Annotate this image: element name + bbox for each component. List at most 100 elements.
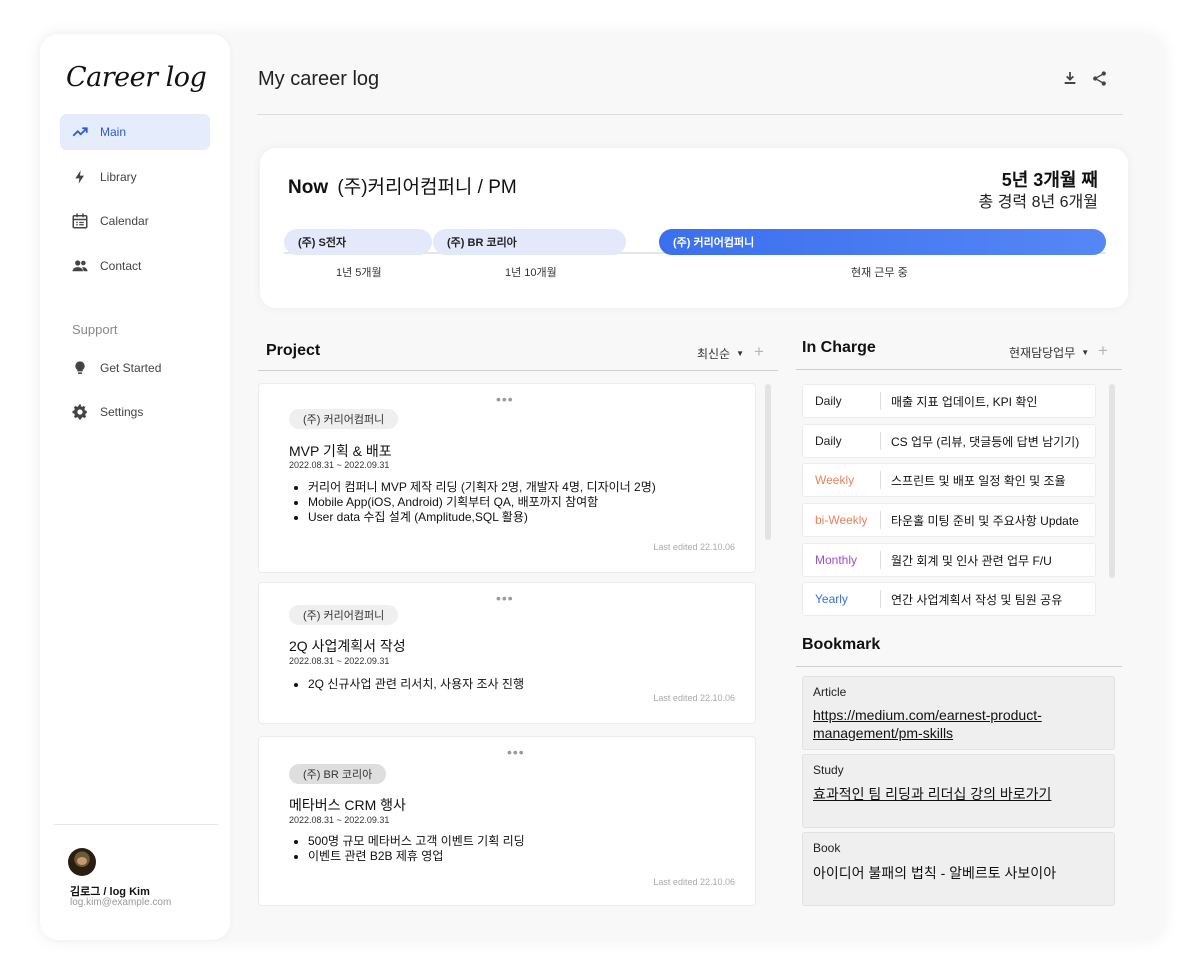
timeline-duration: 1년 5개월	[336, 267, 382, 279]
project-bullet: 커리어 컴퍼니 MVP 제작 리딩 (기획자 2명, 개발자 4명, 디자이너 …	[308, 480, 656, 495]
last-edited: Last edited 22.10.06	[653, 693, 735, 703]
task-row[interactable]: Monthly 월간 회계 및 인사 관련 업무 F/U	[802, 543, 1096, 577]
total-career: 총 경력 8년 6개월	[978, 194, 1098, 211]
bookmark-link[interactable]: https://medium.com/earnest-product-	[813, 706, 1042, 724]
bookmark-divider	[796, 666, 1122, 667]
project-name: 2Q 사업계획서 작성	[289, 638, 406, 654]
project-bullets: 커리어 컴퍼니 MVP 제작 리딩 (기획자 2명, 개발자 4명, 디자이너 …	[308, 480, 656, 525]
project-date: 2022.08.31 ~ 2022.09.31	[289, 460, 390, 470]
project-bullets: 2Q 신규사업 관련 리서치, 사용자 조사 진행	[308, 677, 524, 692]
sidebar-item-label: Main	[100, 125, 127, 139]
project-scrollbar[interactable]	[765, 384, 771, 540]
project-bullet: 2Q 신규사업 관련 리서치, 사용자 조사 진행	[308, 677, 524, 692]
task-row[interactable]: Daily 매출 지표 업데이트, KPI 확인	[802, 384, 1096, 418]
in-charge-scrollbar[interactable]	[1109, 384, 1115, 578]
task-description: CS 업무 (리뷰, 댓글등에 답변 남기기)	[891, 434, 1080, 449]
task-description: 연간 사업계획서 작성 및 팀원 공유	[891, 592, 1063, 607]
project-card[interactable]: ••• (주) BR 코리아 메타버스 CRM 행사 2022.08.31 ~ …	[258, 736, 756, 906]
project-sort-dropdown[interactable]: 최신순 ▼	[697, 345, 744, 362]
task-description: 매출 지표 업데이트, KPI 확인	[891, 394, 1038, 409]
project-divider	[258, 370, 778, 371]
project-name: MVP 기획 & 배포	[289, 443, 392, 459]
task-frequency: Monthly	[803, 551, 881, 569]
sort-label: 최신순	[697, 347, 731, 361]
calendar-icon	[70, 211, 90, 231]
task-description: 스프린트 및 배포 일정 확인 및 조율	[891, 473, 1066, 488]
more-icon[interactable]: •••	[496, 392, 514, 406]
current-company-role: (주)커리어컴퍼니 / PM	[337, 177, 517, 198]
sidebar-item-label: Library	[100, 170, 137, 184]
task-row[interactable]: Yearly 연간 사업계획서 작성 및 팀원 공유	[802, 582, 1096, 616]
bookmark-card[interactable]: Book 아이디어 불패의 법칙 - 알베르토 사보이아	[802, 832, 1115, 906]
app-logo: Career log	[66, 62, 207, 93]
timeline-segment-career-company[interactable]: (주) 커리어컴퍼니	[659, 229, 1106, 255]
sidebar: Career log Main Library Calendar Contact	[40, 34, 230, 940]
add-project-button[interactable]: +	[754, 343, 764, 360]
gear-icon	[70, 402, 90, 422]
trending-up-icon	[70, 122, 90, 142]
more-icon[interactable]: •••	[496, 591, 514, 605]
bookmark-card[interactable]: Study 효과적인 팀 리딩과 리더십 강의 바로가기	[802, 754, 1115, 828]
last-edited: Last edited 22.10.06	[653, 877, 735, 887]
task-row[interactable]: bi-Weekly 타운홀 미팅 준비 및 주요사항 Update	[802, 503, 1096, 537]
sidebar-item-label: Settings	[100, 405, 144, 419]
bookmark-text: 아이디어 불패의 법칙 - 알베르토 사보이아	[813, 865, 1057, 881]
sidebar-item-label: Contact	[100, 259, 142, 273]
sidebar-item-settings[interactable]: Settings	[60, 394, 210, 430]
project-date: 2022.08.31 ~ 2022.09.31	[289, 815, 390, 825]
sort-label: 현재담당업무	[1009, 346, 1076, 360]
in-charge-sort-dropdown[interactable]: 현재담당업무 ▼	[1009, 344, 1089, 361]
project-date: 2022.08.31 ~ 2022.09.31	[289, 656, 390, 666]
task-description: 월간 회계 및 인사 관련 업무 F/U	[891, 553, 1052, 568]
timeline-segment-br-korea[interactable]: (주) BR 코리아	[433, 229, 626, 255]
sidebar-item-calendar[interactable]: Calendar	[60, 203, 210, 239]
bookmark-link[interactable]: management/pm-skills	[813, 724, 953, 742]
more-icon[interactable]: •••	[507, 745, 525, 759]
caret-down-icon: ▼	[736, 349, 745, 358]
share-icon[interactable]	[1089, 68, 1109, 88]
timeline-segment-s-electronics[interactable]: (주) S전자	[284, 229, 432, 255]
project-bullet: 이벤트 관련 B2B 제휴 영업	[308, 849, 525, 864]
project-bullet: Mobile App(iOS, Android) 기획부터 QA, 배포까지 참…	[308, 495, 656, 510]
task-frequency: bi-Weekly	[803, 511, 881, 529]
people-icon	[70, 256, 90, 276]
project-bullet: User data 수집 설계 (Amplitude,SQL 활용)	[308, 510, 656, 525]
timeline-duration: 1년 10개월	[505, 267, 557, 279]
support-label: Support	[72, 322, 118, 337]
avatar[interactable]	[68, 848, 96, 876]
company-tag: (주) 커리어컴퍼니	[289, 409, 399, 429]
task-row[interactable]: Weekly 스프린트 및 배포 일정 확인 및 조율	[802, 463, 1096, 497]
task-frequency: Daily	[803, 432, 881, 450]
sidebar-item-library[interactable]: Library	[60, 159, 210, 195]
sidebar-item-contact[interactable]: Contact	[60, 248, 210, 284]
bookmark-title: Bookmark	[802, 636, 881, 653]
bookmark-link[interactable]: 효과적인 팀 리딩과 리더십 강의 바로가기	[813, 785, 1051, 803]
sidebar-item-label: Get Started	[100, 361, 162, 375]
bookmark-card[interactable]: Article https://medium.com/earnest-produ…	[802, 676, 1115, 750]
current-position-card: Now (주)커리어컴퍼니 / PM 5년 3개월 째 총 경력 8년 6개월 …	[260, 148, 1128, 308]
download-icon[interactable]	[1060, 68, 1080, 88]
company-tag: (주) BR 코리아	[289, 764, 387, 784]
task-description: 타운홀 미팅 준비 및 주요사항 Update	[891, 513, 1079, 528]
header-divider	[257, 114, 1123, 115]
bookmark-type: Article	[813, 685, 847, 699]
task-row[interactable]: Daily CS 업무 (리뷰, 댓글등에 답변 남기기)	[802, 424, 1096, 458]
project-card[interactable]: ••• (주) 커리어컴퍼니 2Q 사업계획서 작성 2022.08.31 ~ …	[258, 582, 756, 724]
add-task-button[interactable]: +	[1098, 342, 1108, 359]
sidebar-divider	[54, 824, 218, 825]
in-charge-title: In Charge	[802, 339, 876, 356]
task-frequency: Yearly	[803, 590, 881, 608]
page-title: My career log	[258, 68, 380, 90]
project-bullet: 500명 규모 메타버스 고객 이벤트 기획 리딩	[308, 834, 525, 849]
bookmark-type: Study	[813, 763, 844, 777]
current-position: Now (주)커리어컴퍼니 / PM	[288, 172, 517, 199]
company-tag: (주) 커리어컴퍼니	[289, 605, 399, 625]
sidebar-item-label: Calendar	[100, 214, 149, 228]
sidebar-item-get-started[interactable]: Get Started	[60, 350, 210, 386]
lightbulb-icon	[70, 358, 90, 378]
timeline-duration: 현재 근무 중	[851, 267, 908, 279]
project-bullets: 500명 규모 메타버스 고객 이벤트 기획 리딩 이벤트 관련 B2B 제휴 …	[308, 834, 525, 864]
sidebar-item-main[interactable]: Main	[60, 114, 210, 150]
caret-down-icon: ▼	[1081, 348, 1090, 357]
project-card[interactable]: ••• (주) 커리어컴퍼니 MVP 기획 & 배포 2022.08.31 ~ …	[258, 383, 756, 573]
